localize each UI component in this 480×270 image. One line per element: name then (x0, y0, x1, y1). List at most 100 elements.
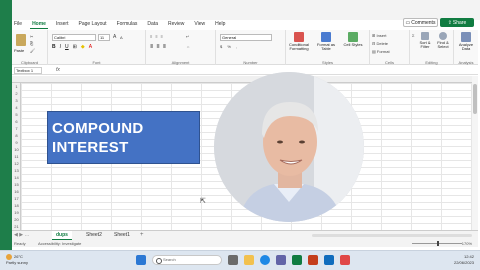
conditional-formatting-button[interactable]: Conditional Formatting (288, 32, 310, 51)
delete-cells-label: Delete (376, 41, 389, 46)
row-number[interactable]: 8 (12, 133, 21, 138)
tab-formulas[interactable]: Formulas (115, 20, 140, 28)
row-number[interactable]: 18 (12, 203, 21, 208)
fill-color-icon[interactable]: ◆ (81, 44, 85, 50)
paste-icon[interactable] (16, 34, 26, 46)
paste-button-label[interactable]: Paste (14, 48, 24, 53)
tab-data[interactable]: Data (145, 20, 160, 28)
analysis-group-label: Analysis (458, 60, 474, 65)
zoom-slider[interactable] (412, 241, 462, 246)
row-number[interactable]: 9 (12, 140, 21, 145)
system-tray-clock[interactable]: 12:42 22/06/2023 (454, 254, 474, 266)
accessibility-status[interactable]: Accessibility: Investigate (38, 241, 81, 246)
autosum-icon[interactable]: Σ (412, 33, 414, 38)
analyze-data-button[interactable]: Analyze Data (455, 32, 477, 51)
italic-icon[interactable]: I (60, 44, 61, 50)
borders-icon[interactable]: ⊞ (73, 44, 77, 50)
row-number[interactable]: 16 (12, 189, 21, 194)
presenter-portrait (214, 72, 364, 222)
row-number[interactable]: 21 (12, 224, 21, 229)
file-explorer-icon[interactable] (244, 255, 254, 265)
ribbon-tabs: File Home Insert Page Layout Formulas Da… (12, 19, 227, 29)
copy-icon[interactable]: ⎘ (30, 41, 33, 46)
windows-start-icon[interactable] (136, 255, 146, 265)
format-cells-button[interactable]: ▤ Format (372, 49, 390, 54)
horizontal-scrollbar[interactable] (312, 234, 472, 237)
tab-page-layout[interactable]: Page Layout (76, 20, 108, 28)
row-number[interactable]: 11 (12, 154, 21, 159)
row-number[interactable]: 6 (12, 119, 21, 124)
number-format-select[interactable]: General (220, 34, 272, 41)
row-number[interactable]: 10 (12, 147, 21, 152)
comments-button[interactable]: ▭ Comments (403, 18, 438, 27)
number-format-icons[interactable]: $ % , (220, 44, 239, 49)
teams-icon[interactable] (276, 255, 286, 265)
font-color-icon[interactable]: A (89, 44, 92, 50)
font-size-select[interactable]: 11 (98, 34, 110, 41)
tab-home[interactable]: Home (30, 20, 48, 29)
wrap-text-icon[interactable]: ↵ (186, 34, 189, 39)
tab-help[interactable]: Help (213, 20, 227, 28)
tab-file[interactable]: File (12, 20, 24, 28)
row-number[interactable]: 17 (12, 196, 21, 201)
sort-filter-button[interactable]: Sort & Filter (416, 32, 434, 49)
row-number[interactable]: 14 (12, 175, 21, 180)
row-number[interactable]: 12 (12, 161, 21, 166)
share-icon: ⇪ (447, 19, 452, 26)
delete-cells-button[interactable]: ⊟ Delete (372, 41, 388, 46)
cut-icon[interactable]: ✂ (30, 34, 33, 39)
tab-view[interactable]: View (192, 20, 207, 28)
edge-browser-icon[interactable] (260, 255, 270, 265)
font-name-select[interactable]: Calibri (52, 34, 96, 41)
task-view-icon[interactable] (228, 255, 238, 265)
name-box[interactable]: Textbox 1 (14, 67, 42, 74)
merge-center-icon[interactable]: ⇔ (186, 44, 190, 49)
taskbar-search[interactable]: Search (152, 255, 222, 265)
mouse-cursor-icon: ⇱ (200, 198, 206, 205)
sheet-tab-dups[interactable]: dups (52, 231, 72, 240)
row-number[interactable]: 4 (12, 105, 21, 110)
format-as-table-button[interactable]: Format as Table (315, 32, 337, 51)
cell-styles-button[interactable]: Cell Styles (342, 32, 364, 47)
row-number[interactable]: 20 (12, 217, 21, 222)
row-number[interactable]: 19 (12, 210, 21, 215)
formula-bar: Textbox 1 fx (12, 66, 478, 75)
decrease-font-icon[interactable]: A (120, 35, 123, 40)
increase-font-icon[interactable]: A (113, 34, 116, 40)
share-button[interactable]: ⇪ Share (440, 18, 474, 27)
fx-icon[interactable]: fx (56, 67, 60, 73)
row-number[interactable]: 1 (12, 84, 21, 89)
add-sheet-button[interactable]: + (140, 231, 144, 240)
title-textbox[interactable]: COMPOUND INTEREST (47, 111, 200, 164)
insert-cells-button[interactable]: ⊞ Insert (372, 33, 386, 38)
row-number[interactable]: 2 (12, 91, 21, 96)
sheet-tab-sheet2[interactable]: Sheet2 (82, 231, 106, 240)
recorder-taskbar-icon[interactable] (340, 255, 350, 265)
excel-taskbar-icon[interactable] (292, 255, 302, 265)
weather-widget[interactable]: 26°C Partly sunny (6, 254, 28, 265)
row-number[interactable]: 15 (12, 182, 21, 187)
bold-icon[interactable]: B (52, 44, 56, 50)
find-select-button[interactable]: Find & Select (434, 32, 452, 49)
underline-icon[interactable]: U (65, 44, 69, 50)
row-number[interactable]: 7 (12, 126, 21, 131)
row-number[interactable]: 3 (12, 98, 21, 103)
outlook-taskbar-icon[interactable] (324, 255, 334, 265)
vertical-align-icons[interactable]: ≡≡≡ (150, 34, 166, 39)
vertical-scroll-thumb[interactable] (473, 84, 477, 114)
find-select-label: Find & Select (437, 40, 449, 49)
format-painter-icon[interactable]: 🖌 (30, 48, 35, 53)
zoom-slider-knob[interactable] (437, 241, 439, 246)
tab-insert[interactable]: Insert (54, 20, 71, 28)
vertical-scrollbar[interactable] (472, 76, 478, 230)
tab-review[interactable]: Review (166, 20, 186, 28)
row-number[interactable]: 5 (12, 112, 21, 117)
format-as-table-label: Format as Table (316, 42, 335, 51)
horizontal-align-icons[interactable]: ≣≣≣ (150, 44, 169, 49)
sheet-tab-sheet1[interactable]: Sheet1 (110, 231, 134, 240)
weather-desc: Partly sunny (6, 260, 29, 265)
zoom-level[interactable]: 170% (462, 241, 472, 246)
row-number[interactable]: 13 (12, 168, 21, 173)
powerpoint-taskbar-icon[interactable] (308, 255, 318, 265)
sheet-nav-arrows-icon[interactable]: ◀ ▶ … (14, 232, 29, 238)
